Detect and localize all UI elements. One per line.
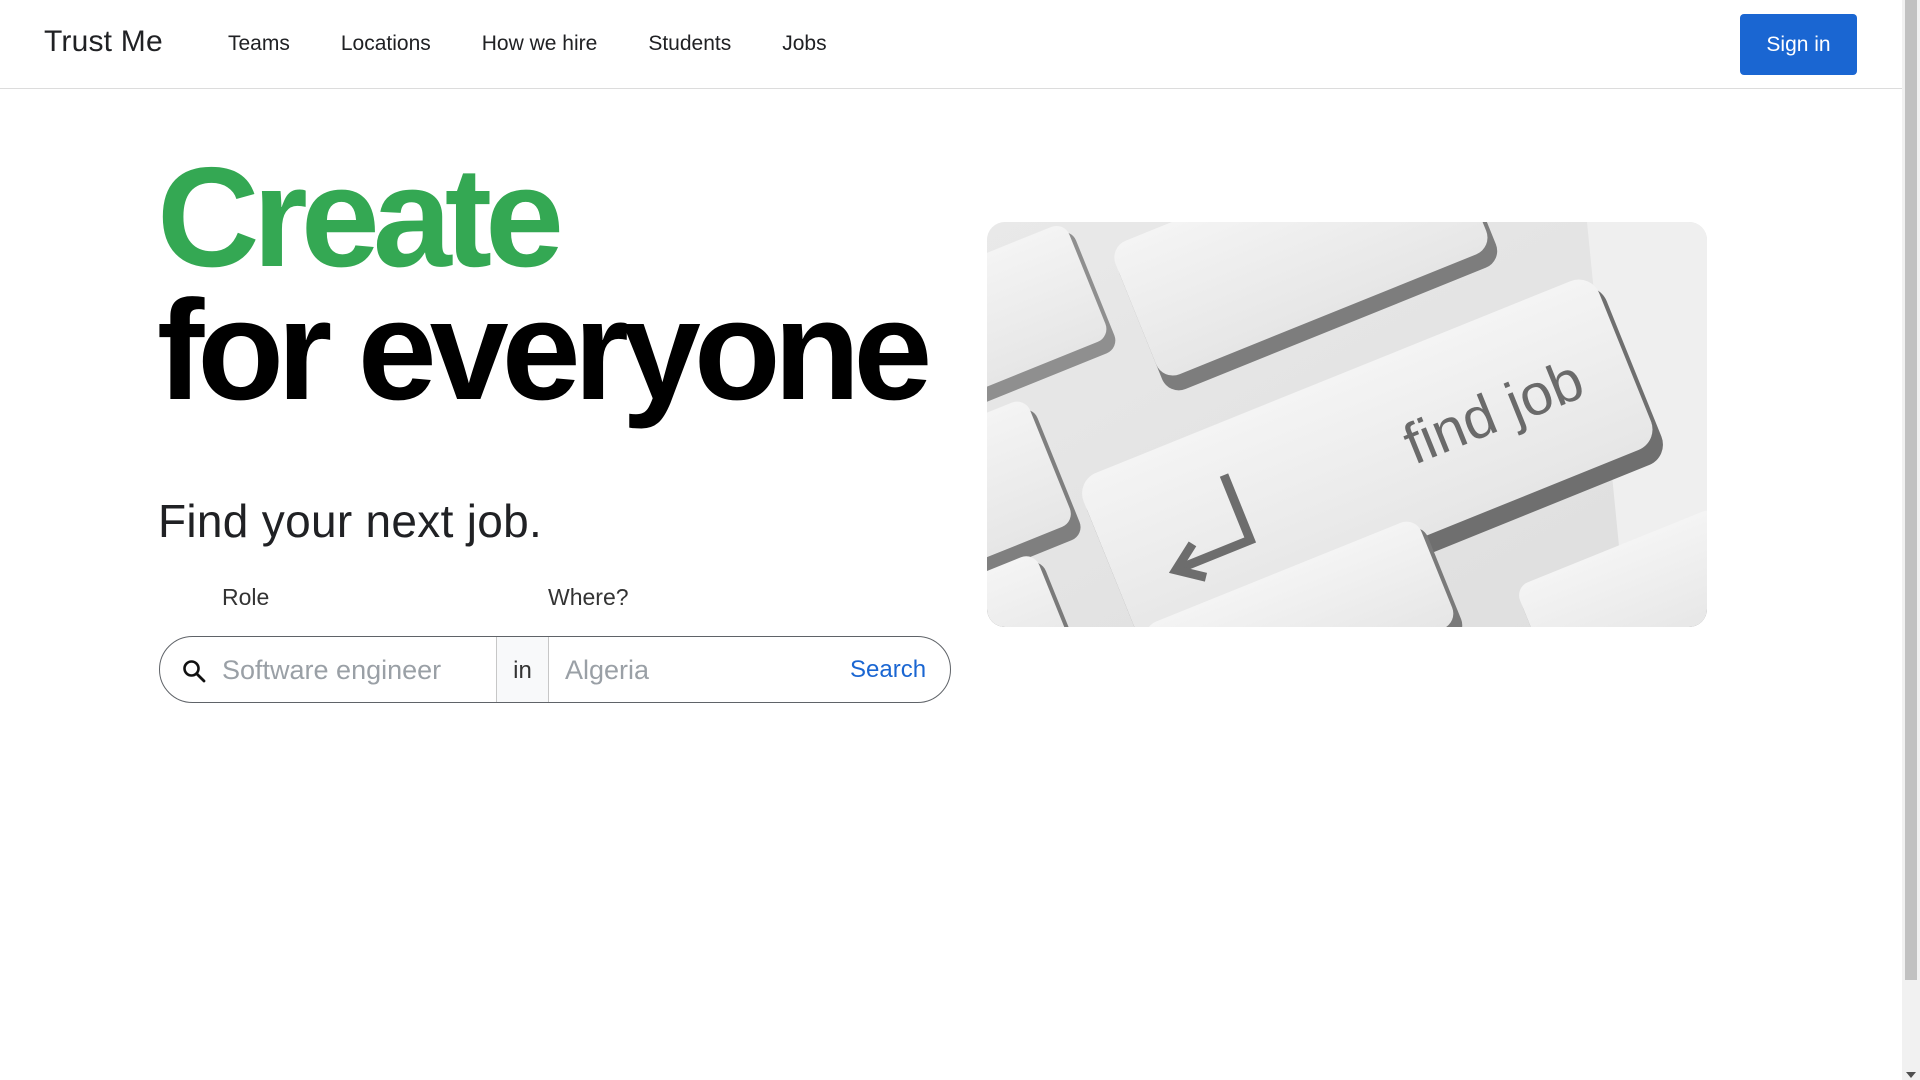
headline-main: for everyone xyxy=(157,271,932,430)
job-search-bar: in Search xyxy=(159,636,951,703)
search-button[interactable]: Search xyxy=(850,649,926,691)
subheading: Find your next job. xyxy=(158,495,543,547)
scrollbar-thumb[interactable] xyxy=(1905,0,1917,980)
role-label: Role xyxy=(222,584,270,610)
in-connector: in xyxy=(496,637,549,702)
where-label: Where? xyxy=(548,584,629,610)
sign-in-button[interactable]: Sign in xyxy=(1740,14,1857,75)
nav-links: Teams Locations How we hire Students Job… xyxy=(228,32,878,56)
search-icon xyxy=(182,659,206,683)
page-scrollbar[interactable] xyxy=(1902,0,1920,1080)
top-nav: Trust Me Teams Locations How we hire Stu… xyxy=(0,0,1902,89)
nav-link-how-we-hire[interactable]: How we hire xyxy=(482,32,598,56)
hero-keyboard-image: retur find job xyxy=(987,222,1707,627)
nav-link-locations[interactable]: Locations xyxy=(341,32,431,56)
location-input[interactable] xyxy=(565,647,845,693)
nav-link-teams[interactable]: Teams xyxy=(228,32,290,56)
brand-logo[interactable]: Trust Me xyxy=(44,25,163,59)
nav-link-jobs[interactable]: Jobs xyxy=(782,32,826,56)
role-input[interactable] xyxy=(222,647,492,693)
scroll-down-arrow-icon[interactable] xyxy=(1906,1072,1916,1078)
nav-link-students[interactable]: Students xyxy=(648,32,731,56)
